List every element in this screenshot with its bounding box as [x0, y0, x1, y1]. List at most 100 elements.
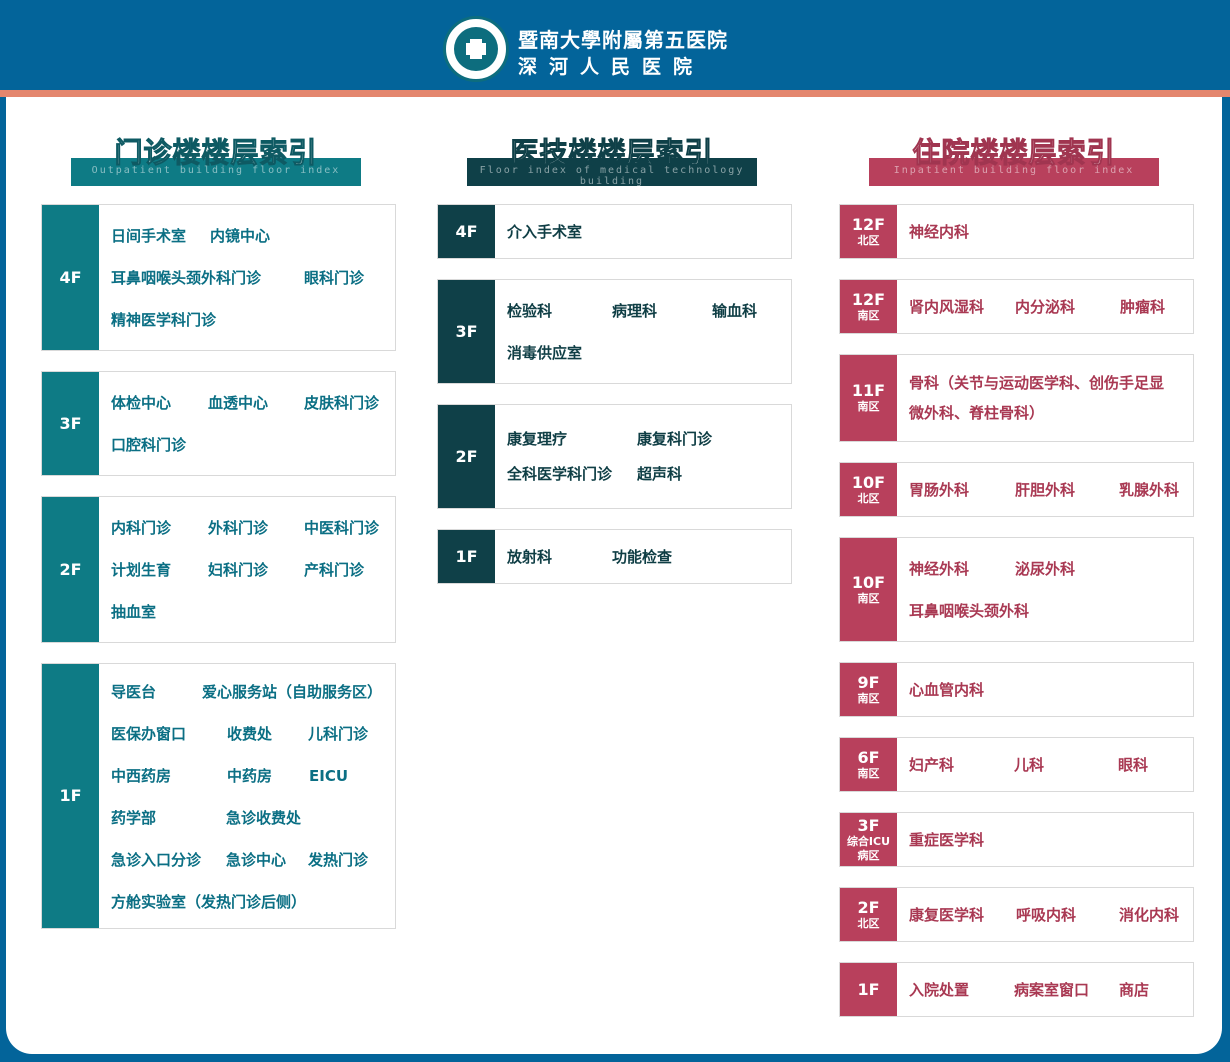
floor-label: 12F 北区 — [840, 205, 897, 258]
dept-item: 康复理疗 — [507, 430, 568, 448]
floor-label: 11F 南区 — [840, 355, 897, 441]
dept-item: 介入手术室 — [507, 223, 583, 241]
dept-item: 发热门诊 — [308, 851, 369, 869]
dept-item: 入院处置 — [909, 981, 970, 999]
inpatient-floor-9f-south: 9F 南区 心血管内科 — [839, 662, 1194, 717]
dept-item: 病案室窗口 — [1014, 981, 1090, 999]
floor-label: 3F 综合ICU 病区 — [840, 813, 897, 866]
medtech-floor-4f: 4F 介入手术室 — [437, 204, 792, 259]
dept-item: 急诊入口分诊 — [111, 851, 202, 869]
dept-item: 精神医学科门诊 — [111, 311, 217, 329]
dept-item: EICU — [309, 767, 349, 785]
dept-item: 放射科 — [507, 548, 553, 566]
hospital-name-line2: 深河人民医院 — [518, 56, 705, 78]
dept-item: 中医科门诊 — [304, 519, 380, 537]
medtech-subtitle: Floor index of medical technology buildi… — [479, 165, 745, 187]
dept-item: 神经外科 — [909, 560, 970, 578]
dept-item: 泌尿外科 — [1015, 560, 1076, 578]
dept-item: 收费处 — [227, 725, 273, 743]
floor-label: 10F 南区 — [840, 538, 897, 641]
dept-item: 导医台 — [111, 683, 157, 701]
inpatient-subtitle: Inpatient building floor index — [893, 165, 1135, 176]
dept-item: 肾内风湿科 — [909, 298, 985, 316]
dept-item: 产科门诊 — [304, 561, 365, 579]
floor-label: 1F — [42, 664, 99, 928]
outpatient-subtitle: Outpatient building floor index — [91, 165, 341, 176]
dept-item: 内镜中心 — [210, 227, 271, 245]
dept-item: 商店 — [1119, 981, 1150, 999]
dept-item: 抽血室 — [111, 603, 157, 621]
floor-label: 2F — [42, 497, 99, 642]
dept-item: 中西药房 — [111, 767, 172, 785]
outpatient-floor-2f: 2F 内科门诊 外科门诊 中医科门诊 计划生育 妇科门诊 产科门诊 抽血室 — [41, 496, 396, 643]
floor-label: 3F — [438, 280, 495, 383]
inpatient-floor-12f-south: 12F 南区 肾内风湿科 内分泌科 肿瘤科 — [839, 279, 1194, 334]
dept-item: 皮肤科门诊 — [304, 394, 380, 412]
dept-item: 全科医学科门诊 — [507, 465, 613, 483]
medtech-floor-3f: 3F 检验科 病理科 输血科 消毒供应室 — [437, 279, 792, 384]
dept-item: 妇产科 — [909, 756, 955, 774]
dept-item: 病理科 — [612, 302, 658, 320]
inpatient-floor-3f-icu: 3F 综合ICU 病区 重症医学科 — [839, 812, 1194, 867]
dept-item: 超声科 — [637, 465, 683, 483]
dept-item: 眼科门诊 — [304, 269, 365, 287]
medtech-floor-2f: 2F 康复理疗 康复科门诊 全科医学科门诊 超声科 — [437, 404, 792, 509]
dept-item: 胃肠外科 — [909, 481, 970, 499]
inpatient-floor-10f-south: 10F 南区 神经外科 泌尿外科 耳鼻咽喉头颈外科 — [839, 537, 1194, 642]
dept-item: 中药房 — [227, 767, 273, 785]
dept-item: 检验科 — [507, 302, 553, 320]
dept-item: 呼吸内科 — [1016, 906, 1077, 924]
header-accent-line — [0, 90, 1230, 97]
dept-item: 急诊中心 — [226, 851, 287, 869]
dept-item: 方舱实验室（发热门诊后侧） — [111, 893, 307, 911]
dept-item: 日间手术室 — [111, 227, 187, 245]
dept-item: 妇科门诊 — [208, 561, 269, 579]
floor-label: 12F 南区 — [840, 280, 897, 333]
dept-item: 康复医学科 — [909, 906, 985, 924]
dept-item: 乳腺外科 — [1119, 481, 1180, 499]
floor-label: 2F — [438, 405, 495, 508]
medtech-floor-1f: 1F 放射科 功能检查 — [437, 529, 792, 584]
outpatient-floor-4f: 4F 日间手术室 内镜中心 耳鼻咽喉头颈外科门诊 眼科门诊 精神医学科门诊 — [41, 204, 396, 351]
dept-item: 药学部 — [111, 809, 157, 827]
dept-item: 肝胆外科 — [1015, 481, 1076, 499]
dept-item: 康复科门诊 — [637, 430, 713, 448]
dept-item: 眼科 — [1118, 756, 1149, 774]
outpatient-floor-3f: 3F 体检中心 血透中心 皮肤科门诊 口腔科门诊 — [41, 371, 396, 476]
dept-item: 耳鼻咽喉头颈外科 — [909, 602, 1030, 620]
dept-item: 外科门诊 — [208, 519, 269, 537]
dept-item: 血透中心 — [208, 394, 269, 412]
hospital-name-line1: 暨南大學附屬第五医院 — [518, 28, 728, 52]
floor-label: 2F 北区 — [840, 888, 897, 941]
dept-item: 重症医学科 — [909, 831, 985, 849]
dept-item: 爱心服务站（自助服务区） — [202, 683, 383, 701]
inpatient-floor-1f: 1F 入院处置 病案室窗口 商店 — [839, 962, 1194, 1017]
dept-item: 消毒供应室 — [507, 344, 583, 362]
dept-item: 医保办窗口 — [111, 725, 187, 743]
dept-item: 耳鼻咽喉头颈外科门诊 — [111, 269, 262, 287]
floor-label: 4F — [438, 205, 495, 258]
inpatient-floor-6f-south: 6F 南区 妇产科 儿科 眼科 — [839, 737, 1194, 792]
dept-item: 骨科（关节与运动医学科、创伤手足显 — [909, 374, 1165, 392]
dept-item: 急诊收费处 — [226, 809, 302, 827]
floor-label: 10F 北区 — [840, 463, 897, 516]
inpatient-floor-11f-south: 11F 南区 骨科（关节与运动医学科、创伤手足显 微外科、脊柱骨科） — [839, 354, 1194, 442]
floor-label: 3F — [42, 372, 99, 475]
floor-label: 4F — [42, 205, 99, 350]
floor-label: 6F 南区 — [840, 738, 897, 791]
dept-item: 计划生育 — [111, 561, 172, 579]
dept-item: 体检中心 — [111, 394, 172, 412]
inpatient-floor-12f-north: 12F 北区 神经内科 — [839, 204, 1194, 259]
dept-item: 内科门诊 — [111, 519, 172, 537]
dept-item: 内分泌科 — [1015, 298, 1076, 316]
outpatient-floor-1f: 1F 导医台 爱心服务站（自助服务区） 医保办窗口 收费处 儿科门诊 中西药房 … — [41, 663, 396, 929]
dept-item: 输血科 — [712, 302, 758, 320]
header-bar: 暨南大學附屬第五医院 深河人民医院 — [0, 0, 1230, 90]
floor-label: 1F — [840, 963, 897, 1016]
dept-item: 微外科、脊柱骨科） — [909, 404, 1045, 422]
floor-label: 1F — [438, 530, 495, 583]
dept-item: 心血管内科 — [909, 681, 985, 699]
floor-label: 9F 南区 — [840, 663, 897, 716]
dept-item: 儿科 — [1014, 756, 1045, 774]
hospital-logo-icon — [443, 16, 509, 82]
